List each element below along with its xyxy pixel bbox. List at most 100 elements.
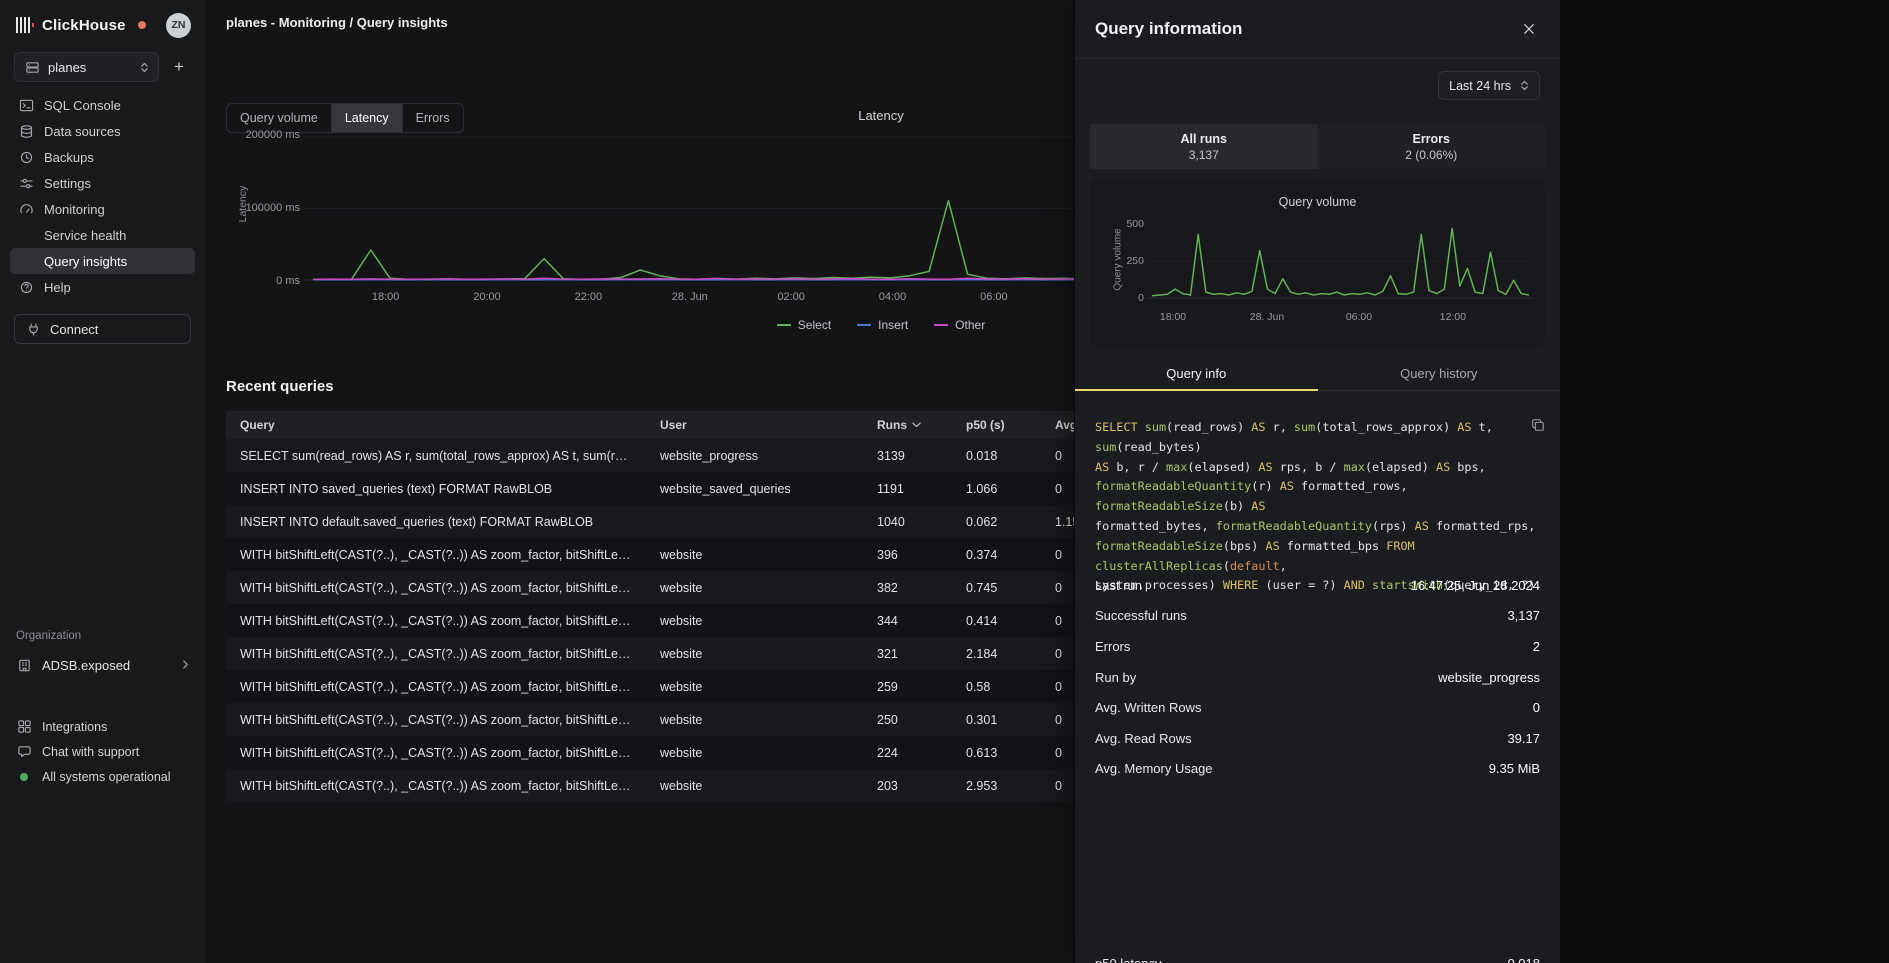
table-row[interactable]: WITH bitShiftLeft(CAST(?..), _CAST(?..))… bbox=[226, 637, 1074, 670]
query-information-panel: Query information Last 24 hrs All runs 3… bbox=[1074, 0, 1560, 963]
legend-item-insert[interactable]: Insert bbox=[857, 318, 908, 332]
column-header-runs[interactable]: Runs bbox=[863, 418, 952, 432]
column-header-avg[interactable]: Avg. bbox=[1041, 418, 1074, 432]
detail-value: 9.35 MiB bbox=[1489, 761, 1540, 776]
info-tabs: Query info Query history bbox=[1075, 357, 1560, 391]
clock-icon bbox=[18, 149, 34, 165]
sidebar-item-query-insights[interactable]: Query insights bbox=[10, 248, 195, 274]
cell-p50: 0.613 bbox=[952, 746, 1041, 760]
user-avatar[interactable]: ZN bbox=[166, 13, 191, 38]
cell-runs: 1191 bbox=[863, 482, 952, 496]
cell-user: website bbox=[646, 680, 863, 694]
detail-value: 16:47:25, Jun 28 2024 bbox=[1411, 578, 1540, 593]
table-row[interactable]: WITH bitShiftLeft(CAST(?..), _CAST(?..))… bbox=[226, 538, 1074, 571]
service-row: planes + bbox=[0, 52, 205, 82]
cell-runs: 259 bbox=[863, 680, 952, 694]
mini-x-axis-ticks: 18:0028. Jun06:0012:00 bbox=[1148, 311, 1533, 323]
y-tick-label: 100000 ms bbox=[246, 202, 300, 214]
x-tick-label: 28. Jun bbox=[672, 291, 708, 303]
sidebar-item-label: SQL Console bbox=[44, 98, 121, 113]
stat-tab-errors[interactable]: Errors 2 (0.06%) bbox=[1318, 124, 1546, 169]
cell-avg: 0 bbox=[1041, 449, 1074, 463]
tab-query-info[interactable]: Query info bbox=[1075, 357, 1318, 390]
cell-query: SELECT sum(read_rows) AS r, sum(total_ro… bbox=[226, 449, 646, 463]
cell-p50: 0.062 bbox=[952, 515, 1041, 529]
y-tick-label: 0 bbox=[1138, 292, 1144, 304]
detail-label: Successful runs bbox=[1095, 608, 1187, 623]
system-status[interactable]: All systems operational bbox=[0, 764, 205, 789]
cell-user: website bbox=[646, 713, 863, 727]
sidebar-item-integrations[interactable]: Integrations bbox=[0, 714, 205, 739]
legend-item-select[interactable]: Select bbox=[777, 318, 831, 332]
tab-query-history[interactable]: Query history bbox=[1318, 357, 1561, 390]
cell-runs: 382 bbox=[863, 581, 952, 595]
table-row[interactable]: SELECT sum(read_rows) AS r, sum(total_ro… bbox=[226, 439, 1074, 472]
organization-name: ADSB.exposed bbox=[42, 658, 130, 673]
table-row[interactable]: WITH bitShiftLeft(CAST(?..), _CAST(?..))… bbox=[226, 604, 1074, 637]
sidebar-item-backups[interactable]: Backups bbox=[10, 144, 195, 170]
column-header-user[interactable]: User bbox=[646, 418, 863, 432]
service-selector[interactable]: planes bbox=[14, 52, 159, 82]
footer-item-label: Chat with support bbox=[42, 745, 139, 759]
close-icon[interactable] bbox=[1518, 18, 1540, 40]
status-dot-icon bbox=[20, 773, 28, 781]
column-header-query[interactable]: Query bbox=[226, 418, 646, 432]
main-content: planes - Monitoring / Query insights Que… bbox=[205, 0, 1074, 963]
table-row[interactable]: INSERT INTO saved_queries (text) FORMAT … bbox=[226, 472, 1074, 505]
x-tick-label: 20:00 bbox=[473, 291, 501, 303]
legend-item-other[interactable]: Other bbox=[934, 318, 985, 332]
legend-swatch bbox=[777, 324, 791, 326]
sidebar-item-data-sources[interactable]: Data sources bbox=[10, 118, 195, 144]
plug-icon bbox=[25, 321, 41, 337]
cell-runs: 1040 bbox=[863, 515, 952, 529]
organization-switcher[interactable]: ADSB.exposed bbox=[0, 651, 205, 679]
table-row[interactable]: INSERT INTO default.saved_queries (text)… bbox=[226, 505, 1074, 538]
sql-query-block: SELECT sum(read_rows) AS r, sum(total_ro… bbox=[1075, 408, 1560, 560]
table-row[interactable]: WITH bitShiftLeft(CAST(?..), _CAST(?..))… bbox=[226, 703, 1074, 736]
sidebar-item-chat-support[interactable]: Chat with support bbox=[0, 739, 205, 764]
cell-user: website bbox=[646, 614, 863, 628]
terminal-icon bbox=[18, 97, 34, 113]
table-row[interactable]: WITH bitShiftLeft(CAST(?..), _CAST(?..))… bbox=[226, 571, 1074, 604]
organization-section: Organization ADSB.exposed bbox=[0, 630, 205, 679]
building-icon bbox=[16, 657, 32, 673]
column-header-p50[interactable]: p50 (s) bbox=[952, 418, 1041, 432]
cell-user: website bbox=[646, 647, 863, 661]
sidebar-item-label: Backups bbox=[44, 150, 94, 165]
sidebar-item-label: Data sources bbox=[44, 124, 121, 139]
detail-row: Last run16:47:25, Jun 28 2024 bbox=[1095, 570, 1540, 601]
sidebar-item-help[interactable]: Help bbox=[10, 274, 195, 300]
cell-query: WITH bitShiftLeft(CAST(?..), _CAST(?..))… bbox=[226, 779, 646, 793]
copy-icon[interactable] bbox=[1531, 418, 1545, 435]
sidebar-item-monitoring[interactable]: Monitoring bbox=[10, 196, 195, 222]
table-row[interactable]: WITH bitShiftLeft(CAST(?..), _CAST(?..))… bbox=[226, 769, 1074, 802]
sidebar-item-service-health[interactable]: Service health bbox=[10, 222, 195, 248]
clickhouse-logo-icon[interactable] bbox=[16, 17, 34, 33]
tab-label: Query history bbox=[1400, 366, 1477, 381]
cell-p50: 0.745 bbox=[952, 581, 1041, 595]
stat-tab-all-runs[interactable]: All runs 3,137 bbox=[1090, 124, 1318, 169]
x-tick-label: 06:00 bbox=[1346, 311, 1372, 323]
connect-button[interactable]: Connect bbox=[14, 314, 191, 344]
add-service-button[interactable]: + bbox=[167, 55, 191, 79]
stat-tab-label: All runs bbox=[1180, 132, 1227, 146]
legend-label: Insert bbox=[878, 318, 908, 332]
detail-value: website_progress bbox=[1438, 670, 1540, 685]
panel-title: Query information bbox=[1095, 19, 1242, 39]
help-icon bbox=[18, 279, 34, 295]
cell-avg: 0 bbox=[1041, 581, 1074, 595]
table-row[interactable]: WITH bitShiftLeft(CAST(?..), _CAST(?..))… bbox=[226, 670, 1074, 703]
cell-avg: 0 bbox=[1041, 647, 1074, 661]
latency-chart[interactable] bbox=[305, 125, 1074, 300]
sidebar-item-sql-console[interactable]: SQL Console bbox=[10, 92, 195, 118]
query-volume-chart[interactable] bbox=[1148, 218, 1533, 300]
cell-p50: 0.374 bbox=[952, 548, 1041, 562]
detail-row: Avg. Memory Usage9.35 MiB bbox=[1095, 754, 1540, 785]
table-row[interactable]: WITH bitShiftLeft(CAST(?..), _CAST(?..))… bbox=[226, 736, 1074, 769]
sidebar-item-settings[interactable]: Settings bbox=[10, 170, 195, 196]
time-range-select[interactable]: Last 24 hrs bbox=[1438, 71, 1540, 100]
query-volume-card: Query volume Query volume 5002500 18:002… bbox=[1090, 180, 1545, 346]
chat-icon bbox=[16, 744, 32, 760]
notification-dot[interactable] bbox=[138, 21, 146, 29]
detail-row: Avg. Read Rows39.17 bbox=[1095, 723, 1540, 754]
